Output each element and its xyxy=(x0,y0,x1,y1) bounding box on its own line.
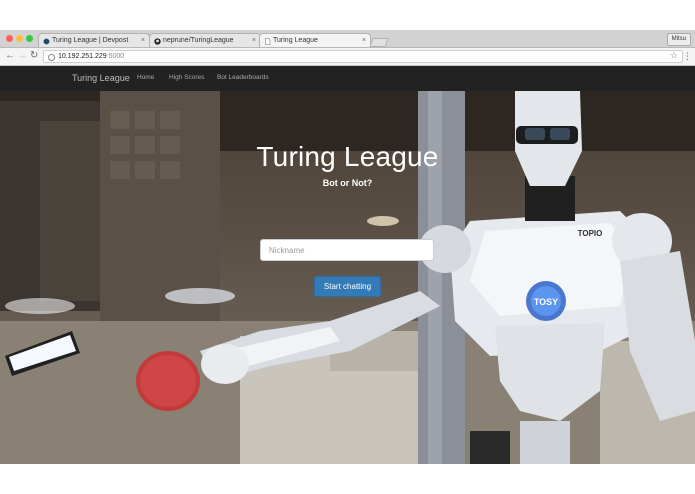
url-text: 10.192.251.229:5000 xyxy=(58,51,124,63)
forward-icon[interactable]: → xyxy=(17,50,27,62)
hero-subtitle: Bot or Not? xyxy=(322,178,373,188)
hero-title: Turing League xyxy=(256,141,439,172)
web-page: Turing League Home High Scores Bot Leade… xyxy=(0,66,695,464)
devpost-icon xyxy=(43,37,50,45)
browser-menu-icon[interactable]: ⋮ xyxy=(683,50,692,62)
site-navbar: Turing League Home High Scores Bot Leade… xyxy=(0,66,695,91)
robot-chest-text: TOPIO xyxy=(578,229,603,238)
brand-link[interactable]: Turing League xyxy=(72,66,130,90)
info-icon[interactable] xyxy=(48,54,55,61)
tab-bar: Turing League | Devpost × neprune/Turing… xyxy=(0,30,695,48)
hero-section: TOSY TOPIO Turing League Bot or Not? Sta… xyxy=(0,91,695,464)
nav-high-scores-link[interactable]: High Scores xyxy=(169,66,204,90)
nickname-input[interactable] xyxy=(260,239,434,261)
nav-home-link[interactable]: Home xyxy=(137,66,154,90)
start-chatting-button[interactable]: Start chatting xyxy=(314,276,381,297)
new-tab-button[interactable] xyxy=(369,38,389,47)
tab-github[interactable]: neprune/TuringLeague × xyxy=(149,33,261,47)
url-port: :5000 xyxy=(106,53,125,60)
url-host: 10.192.251.229 xyxy=(58,53,107,60)
profile-button[interactable]: Mitsu xyxy=(666,33,691,46)
github-icon xyxy=(154,37,161,45)
maximize-window-button[interactable] xyxy=(26,35,33,42)
browser-window: Turing League | Devpost × neprune/Turing… xyxy=(0,30,695,464)
close-window-button[interactable] xyxy=(6,35,13,42)
reload-icon[interactable]: ↻ xyxy=(30,50,38,62)
browser-toolbar: ← → ↻ 10.192.251.229:5000 ☆ ⋮ xyxy=(0,48,695,66)
bookmark-star-icon[interactable]: ☆ xyxy=(670,50,678,61)
tab-label: neprune/TuringLeague xyxy=(163,37,234,44)
page-icon xyxy=(264,37,271,45)
minimize-window-button[interactable] xyxy=(16,35,23,42)
address-bar[interactable]: 10.192.251.229:5000 ☆ xyxy=(43,50,683,63)
close-tab-icon[interactable]: × xyxy=(141,34,145,48)
tab-label: Turing League xyxy=(273,37,318,44)
close-tab-icon[interactable]: × xyxy=(362,34,366,48)
tab-label: Turing League | Devpost xyxy=(52,37,129,44)
tab-devpost[interactable]: Turing League | Devpost × xyxy=(38,33,150,47)
nav-bot-leaderboards-link[interactable]: Bot Leaderboards xyxy=(217,66,269,90)
robot-emblem-text: TOSY xyxy=(534,297,558,307)
back-icon[interactable]: ← xyxy=(5,50,15,62)
tab-turing-league[interactable]: Turing League × xyxy=(259,33,371,47)
close-tab-icon[interactable]: × xyxy=(252,34,256,48)
